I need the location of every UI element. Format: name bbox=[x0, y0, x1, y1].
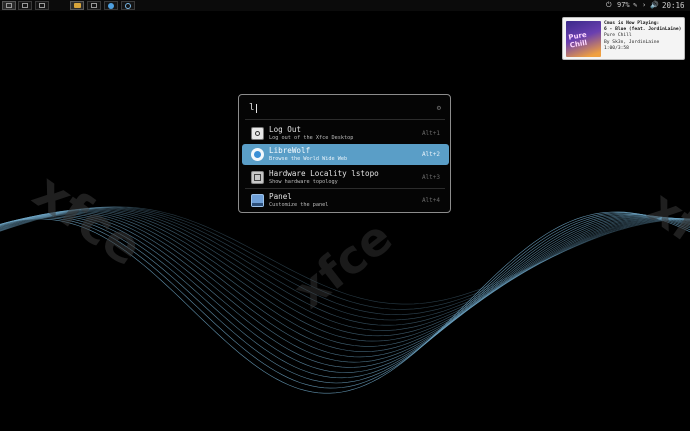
workspace-1[interactable] bbox=[2, 1, 16, 10]
results-divider bbox=[245, 188, 445, 189]
task-browser[interactable] bbox=[121, 1, 135, 10]
result-name: Panel bbox=[269, 192, 292, 201]
battery-level[interactable]: 97% bbox=[617, 0, 630, 11]
album-art-text: Pure Chill bbox=[567, 30, 588, 50]
search-divider bbox=[245, 119, 445, 120]
notification-time: 1:00/3:58 bbox=[604, 45, 629, 51]
workspace-3[interactable] bbox=[35, 1, 49, 10]
folder-icon bbox=[74, 3, 81, 8]
clock[interactable]: 20:16 bbox=[662, 0, 685, 11]
search-input[interactable]: l ⚙ bbox=[247, 99, 443, 117]
result-shortcut: Alt+4 bbox=[421, 197, 440, 204]
panel-icon bbox=[251, 194, 264, 207]
hardware-icon bbox=[251, 171, 264, 184]
xfce-text-center: xfce bbox=[284, 210, 402, 319]
album-art: Pure Chill bbox=[566, 21, 601, 57]
result-log-out[interactable]: Log Out Log out of the Xfce Desktop Alt+… bbox=[242, 123, 449, 144]
result-shortcut: Alt+2 bbox=[421, 151, 440, 158]
result-desc: Log out of the Xfce Desktop bbox=[269, 135, 354, 141]
result-name: LibreWolf bbox=[269, 146, 311, 155]
globe-icon bbox=[125, 3, 131, 9]
result-librewolf[interactable]: LibreWolf Browse the World Wide Web Alt+… bbox=[242, 144, 449, 165]
wallpaper: xfce xfce xfce bbox=[0, 162, 690, 394]
chevron-right-icon[interactable]: › bbox=[642, 0, 646, 11]
window-icon bbox=[39, 3, 45, 8]
search-query: l bbox=[249, 103, 255, 113]
xfce-text-left: xfce bbox=[23, 162, 153, 277]
result-shortcut: Alt+1 bbox=[421, 130, 440, 137]
gear-icon[interactable]: ⚙ bbox=[437, 104, 441, 112]
pen-icon[interactable]: ✎ bbox=[633, 0, 637, 11]
result-desc: Customize the panel bbox=[269, 202, 329, 208]
result-desc: Show hardware topology bbox=[269, 179, 338, 185]
app-launcher: l ⚙ Log Out Log out of the Xfce Desktop … bbox=[238, 94, 451, 213]
text-cursor bbox=[256, 104, 257, 113]
window-icon bbox=[22, 3, 28, 8]
result-name: Log Out bbox=[269, 125, 302, 134]
logout-icon bbox=[251, 127, 264, 140]
result-shortcut: Alt+3 bbox=[421, 174, 440, 181]
top-panel: ⏻ 97% ✎ › 🔊 20:16 bbox=[0, 0, 690, 11]
notification-text: Cmus is Now Playing: 6 - Blue (feat. Jor… bbox=[604, 21, 684, 52]
task-window[interactable] bbox=[87, 1, 101, 10]
result-name: Hardware Locality lstopo bbox=[269, 169, 379, 178]
power-icon[interactable]: ⏻ bbox=[606, 0, 612, 11]
window-icon bbox=[91, 3, 97, 8]
result-desc: Browse the World Wide Web bbox=[269, 156, 348, 162]
window-icon bbox=[6, 3, 12, 8]
librewolf-icon bbox=[108, 3, 114, 9]
task-files[interactable] bbox=[70, 1, 84, 10]
volume-icon[interactable]: 🔊 bbox=[650, 0, 659, 11]
task-librewolf[interactable] bbox=[104, 1, 118, 10]
workspace-2[interactable] bbox=[18, 1, 32, 10]
result-hardware-locality[interactable]: Hardware Locality lstopo Show hardware t… bbox=[242, 167, 449, 188]
librewolf-icon bbox=[251, 148, 264, 161]
result-panel[interactable]: Panel Customize the panel Alt+4 bbox=[242, 190, 449, 211]
music-notification[interactable]: Pure Chill Cmus is Now Playing: 6 - Blue… bbox=[562, 17, 685, 60]
xfce-text-right: xfce bbox=[639, 180, 690, 286]
